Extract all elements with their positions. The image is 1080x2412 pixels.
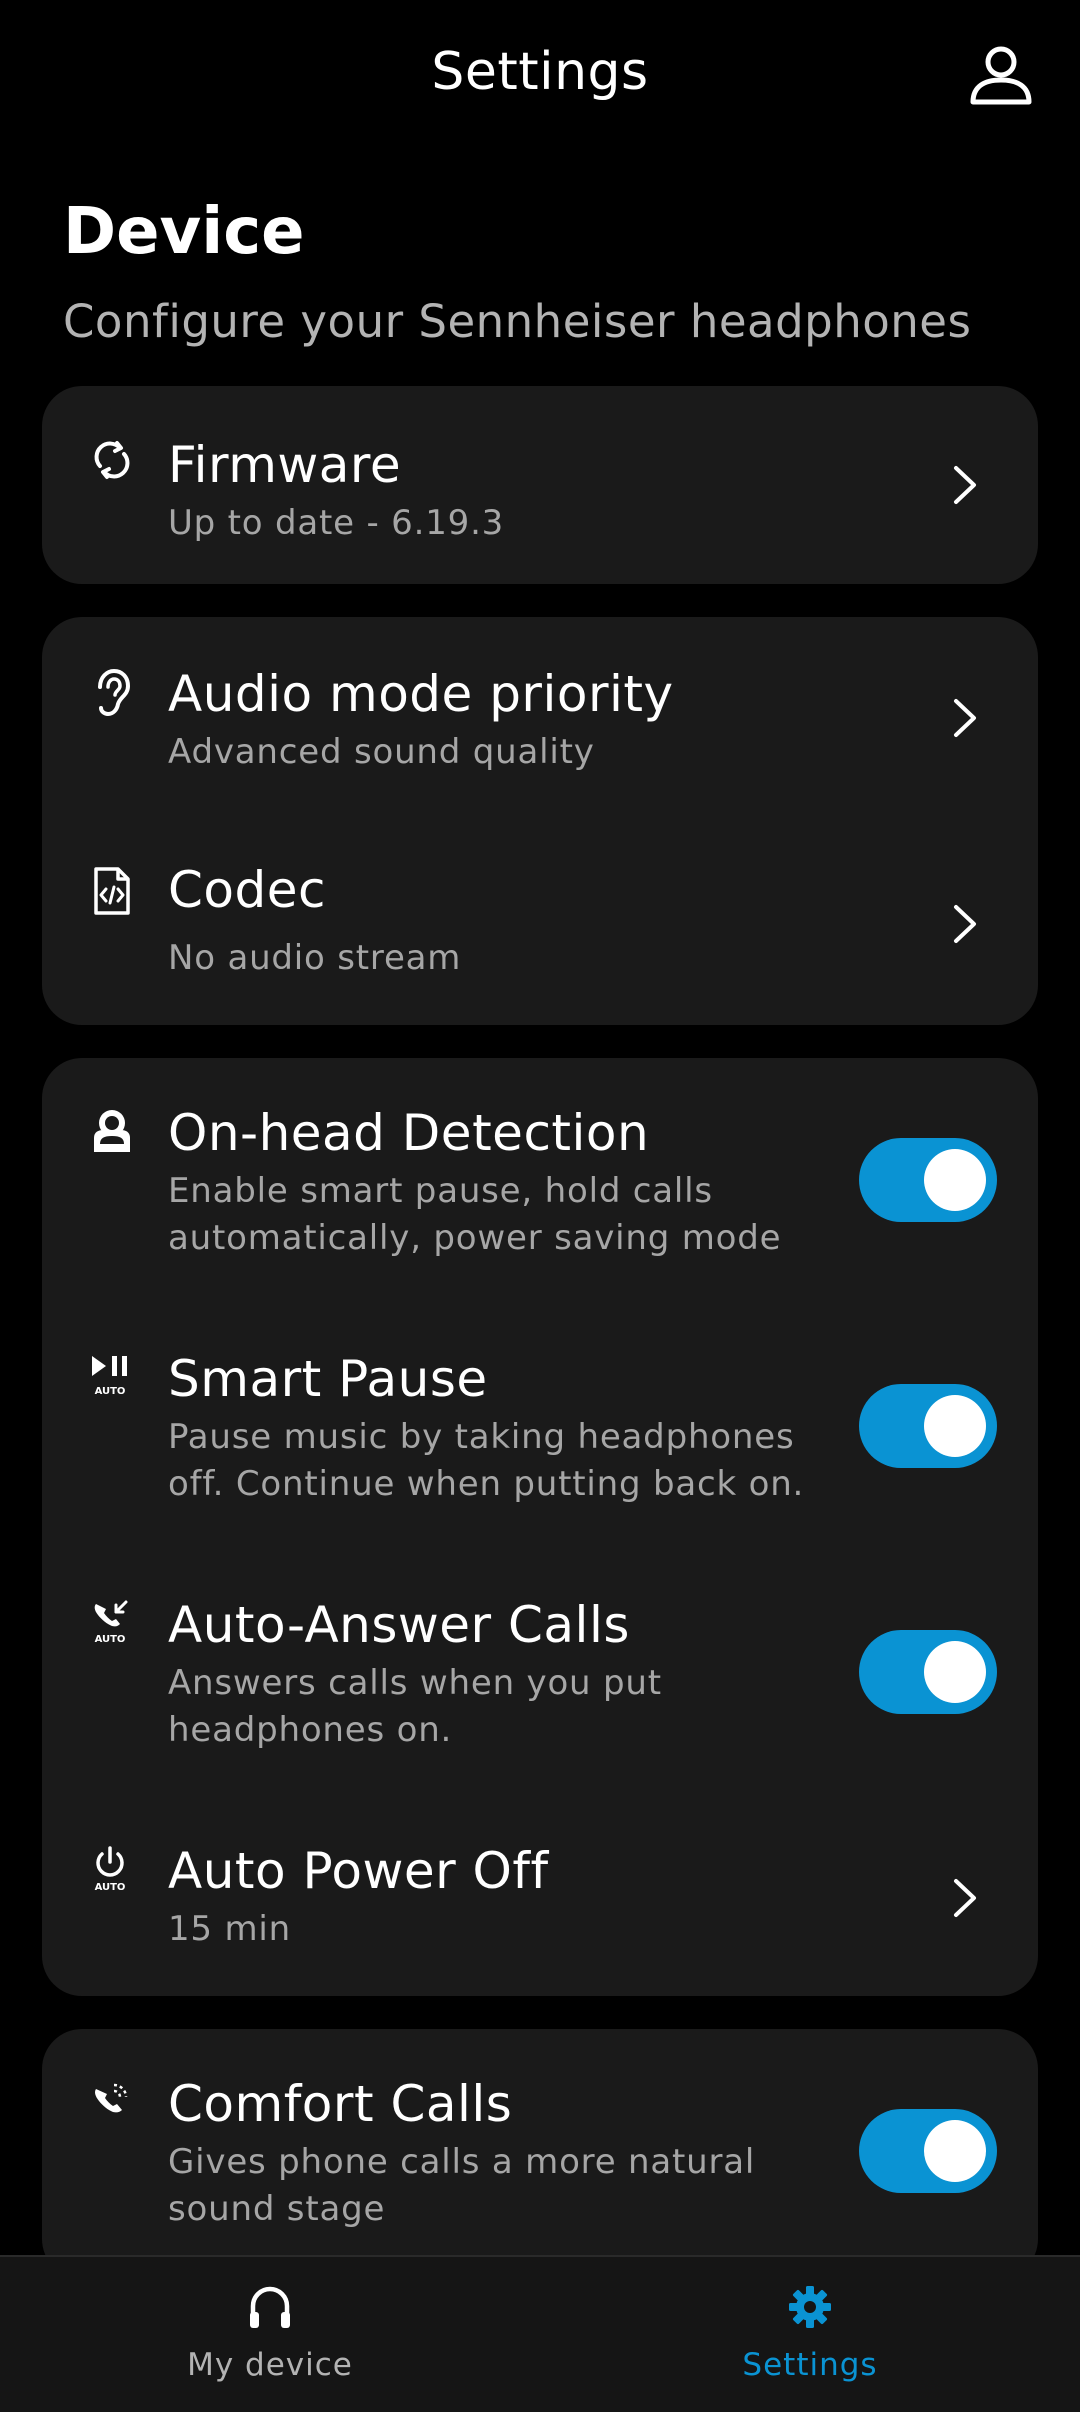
smart-pause-row: AUTO Smart Pause Pause music by taking h… (42, 1304, 1038, 1550)
code-file-icon (90, 865, 134, 917)
on-head-description: Enable smart pause, hold calls automatic… (168, 1171, 782, 1258)
comfort-calls-card: Comfort Calls Gives phone calls a more n… (42, 2029, 1038, 2279)
section-title: Device (63, 195, 305, 269)
firmware-card: Firmware Up to date - 6.19.3 (42, 386, 1038, 584)
codec-value: No audio stream (168, 938, 462, 978)
nav-settings[interactable]: Settings (630, 2257, 990, 2412)
chevron-right-icon (950, 1876, 980, 1920)
call-auto-icon: AUTO (90, 1598, 134, 1650)
detection-card: On-head Detection Enable smart pause, ho… (42, 1058, 1038, 1996)
page-title: Settings (431, 42, 649, 102)
play-pause-auto-icon: AUTO (90, 1352, 134, 1404)
audio-card: Audio mode priority Advanced sound quali… (42, 617, 1038, 1025)
svg-text:AUTO: AUTO (95, 1882, 126, 1893)
person-badge-icon (90, 1108, 134, 1160)
audio-mode-value: Advanced sound quality (168, 732, 595, 772)
audio-mode-title: Audio mode priority (168, 665, 674, 723)
auto-power-off-value: 15 min (168, 1909, 291, 1949)
nav-my-device-label: My device (187, 2347, 353, 2383)
auto-answer-description: Answers calls when you put headphones on… (168, 1663, 662, 1750)
codec-title: Codec (168, 861, 326, 919)
toggle-knob (924, 1395, 986, 1457)
auto-answer-row: AUTO Auto-Answer Calls Answers calls whe… (42, 1550, 1038, 1796)
on-head-detection-row: On-head Detection Enable smart pause, ho… (42, 1058, 1038, 1304)
auto-power-off-row[interactable]: AUTO Auto Power Off 15 min (42, 1796, 1038, 1996)
toggle-knob (924, 1149, 986, 1211)
ear-icon (90, 667, 134, 719)
section-subtitle: Configure your Sennheiser headphones (63, 295, 972, 348)
smart-pause-toggle[interactable] (859, 1384, 997, 1468)
comfort-calls-title: Comfort Calls (168, 2075, 513, 2133)
refresh-icon (90, 438, 134, 490)
gear-icon (785, 2282, 835, 2332)
smart-pause-title: Smart Pause (168, 1350, 488, 1408)
toggle-knob (924, 1641, 986, 1703)
on-head-title: On-head Detection (168, 1104, 650, 1162)
chevron-right-icon (950, 902, 980, 946)
firmware-status: Up to date - 6.19.3 (168, 503, 505, 543)
smart-pause-description: Pause music by taking headphones off. Co… (168, 1417, 805, 1504)
auto-power-off-title: Auto Power Off (168, 1842, 549, 1900)
firmware-row[interactable]: Firmware Up to date - 6.19.3 (42, 386, 1038, 584)
headphones-icon (245, 2282, 295, 2332)
auto-answer-toggle[interactable] (859, 1630, 997, 1714)
firmware-title: Firmware (168, 436, 402, 494)
on-head-toggle[interactable] (859, 1138, 997, 1222)
svg-text:AUTO: AUTO (95, 1634, 126, 1645)
profile-button[interactable] (965, 40, 1037, 112)
nav-settings-label: Settings (742, 2347, 878, 2383)
toggle-knob (924, 2120, 986, 2182)
chevron-right-icon (950, 696, 980, 740)
power-auto-icon: AUTO (90, 1844, 134, 1896)
auto-answer-title: Auto-Answer Calls (168, 1596, 630, 1654)
top-bar: Settings (0, 0, 1080, 150)
svg-text:AUTO: AUTO (95, 1386, 126, 1397)
codec-row[interactable]: Codec No audio stream (42, 817, 1038, 1025)
comfort-calls-toggle[interactable] (859, 2109, 997, 2193)
comfort-calls-description: Gives phone calls a more natural sound s… (168, 2142, 756, 2229)
bottom-navigation: My device Settings (0, 2255, 1080, 2412)
phone-waves-icon (90, 2079, 134, 2131)
audio-mode-row[interactable]: Audio mode priority Advanced sound quali… (42, 617, 1038, 817)
nav-my-device[interactable]: My device (90, 2257, 450, 2412)
comfort-calls-row: Comfort Calls Gives phone calls a more n… (42, 2029, 1038, 2275)
person-outline-icon (970, 46, 1032, 105)
chevron-right-icon (950, 463, 980, 507)
